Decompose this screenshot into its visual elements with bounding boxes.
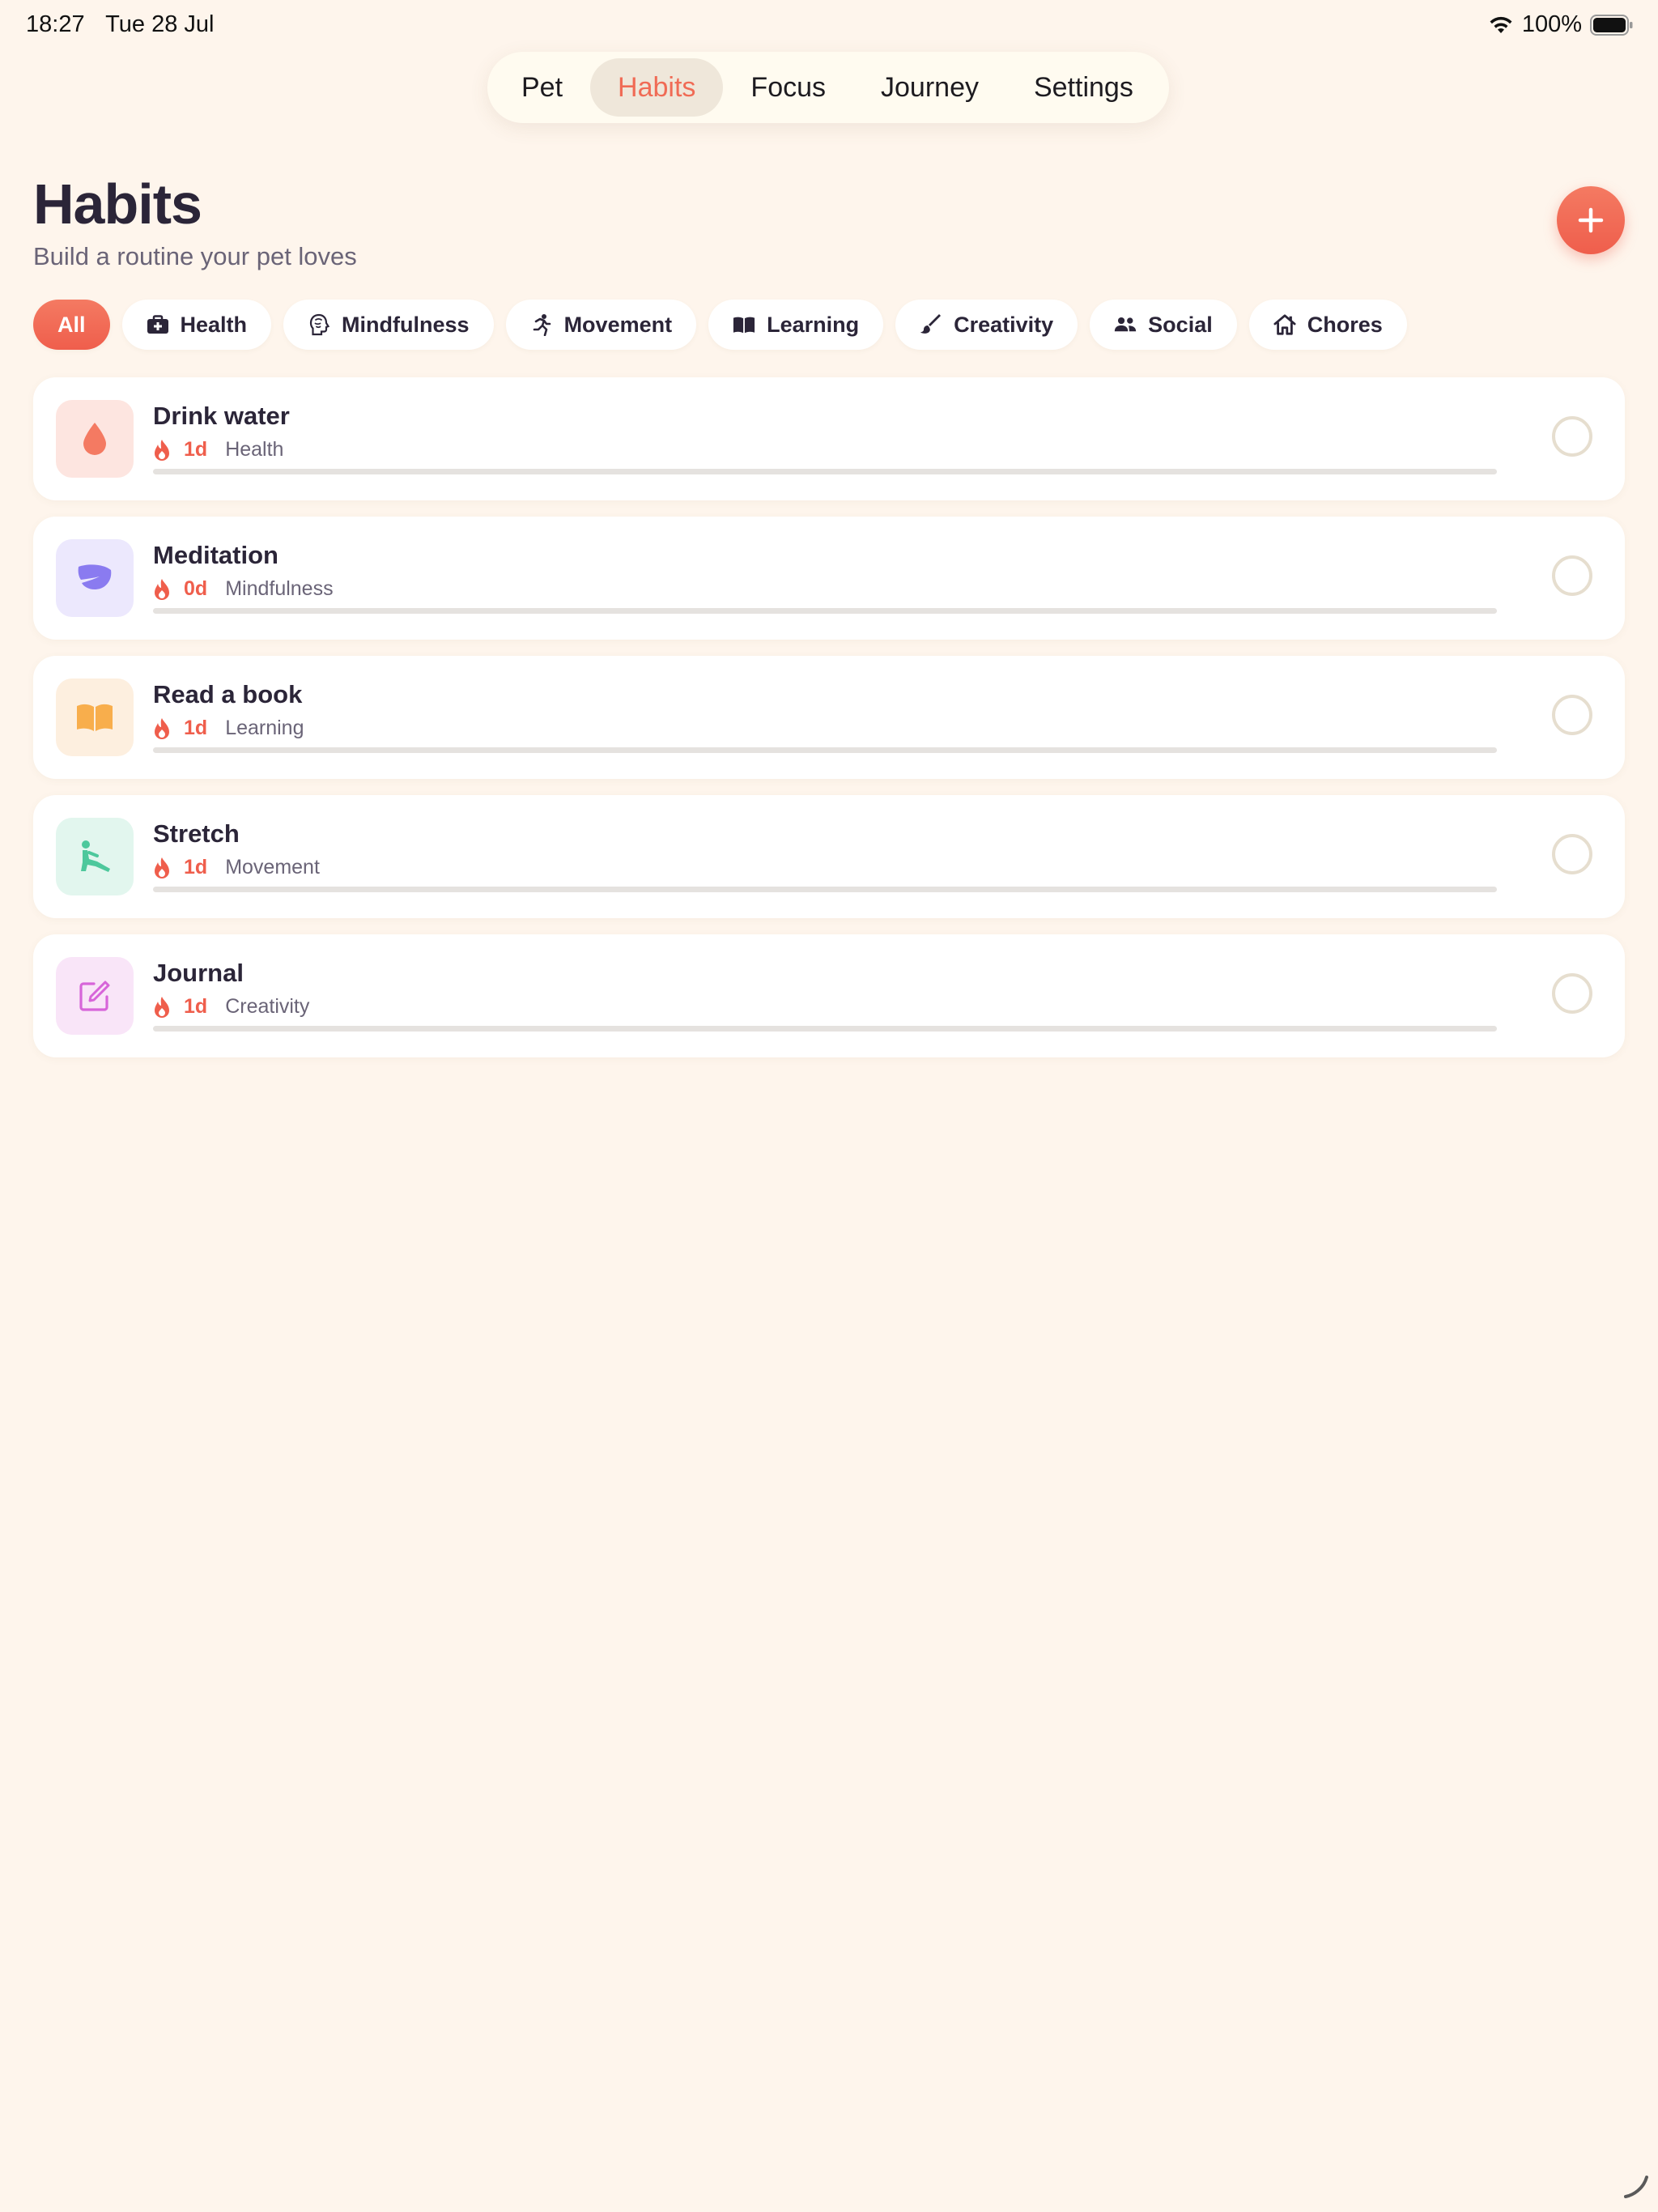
habit-icon-box xyxy=(56,818,134,895)
habit-progress-track xyxy=(153,887,1497,892)
filter-chip-learning[interactable]: Learning xyxy=(708,300,884,350)
tab-focus[interactable]: Focus xyxy=(723,58,853,117)
battery-percent: 100% xyxy=(1521,11,1582,37)
paintbrush-icon xyxy=(920,313,942,336)
filter-chip-health[interactable]: Health xyxy=(121,300,272,350)
habit-streak: 0d xyxy=(184,577,208,600)
corner-indicator xyxy=(1622,2172,1650,2204)
habit-icon-box xyxy=(56,539,134,617)
habit-complete-checkbox[interactable] xyxy=(1552,834,1592,874)
habit-icon-box xyxy=(56,678,134,756)
habit-meta: 1d Creativity xyxy=(153,995,309,1019)
tab-journey[interactable]: Journey xyxy=(853,58,1006,117)
habit-meta: 1d Movement xyxy=(153,856,320,879)
habit-name: Stretch xyxy=(153,819,240,848)
flame-icon xyxy=(155,439,169,461)
habit-streak: 1d xyxy=(184,995,208,1018)
tab-habits[interactable]: Habits xyxy=(590,58,724,117)
edit-square-icon xyxy=(79,981,110,1011)
status-time: 18:27 xyxy=(26,11,85,37)
plus-icon xyxy=(1578,207,1604,233)
filter-chip-label: Social xyxy=(1148,312,1213,337)
habit-name: Meditation xyxy=(153,541,278,569)
tab-pet[interactable]: Pet xyxy=(494,58,590,117)
habit-category: Creativity xyxy=(225,995,310,1018)
habit-category: Health xyxy=(225,438,284,461)
filter-chip-label: Creativity xyxy=(954,312,1054,337)
flame-icon xyxy=(155,857,169,878)
house-icon xyxy=(1273,313,1296,336)
habit-progress-track xyxy=(153,469,1497,474)
habit-complete-checkbox[interactable] xyxy=(1552,416,1592,457)
habit-name: Drink water xyxy=(153,402,290,430)
habit-card-stretch[interactable]: Stretch 1d Movement xyxy=(33,795,1625,918)
habit-icon-box xyxy=(56,400,134,478)
medkit-icon xyxy=(147,313,169,336)
stretching-person-icon xyxy=(81,840,110,872)
filter-chip-label: Learning xyxy=(767,312,860,337)
habit-meta: 1d Health xyxy=(153,438,283,462)
habit-name: Read a book xyxy=(153,680,303,708)
status-bar: 18:27 Tue 28 Jul 100% xyxy=(0,0,1658,52)
people-icon xyxy=(1114,313,1137,336)
flame-icon xyxy=(155,996,169,1018)
page-title: Habits xyxy=(33,172,202,236)
filter-chip-movement[interactable]: Movement xyxy=(505,300,697,350)
filter-chip-label: Chores xyxy=(1307,312,1383,337)
habit-card-journal[interactable]: Journal 1d Creativity xyxy=(33,934,1625,1057)
open-book-icon xyxy=(733,313,755,336)
brain-head-icon xyxy=(308,313,330,336)
wifi-icon xyxy=(1488,15,1514,35)
habit-category: Movement xyxy=(225,856,320,878)
filter-chip-mindfulness[interactable]: Mindfulness xyxy=(283,300,494,350)
page-subtitle: Build a routine your pet loves xyxy=(33,242,357,270)
filter-chip-label: Health xyxy=(180,312,248,337)
running-person-icon xyxy=(530,313,553,336)
filter-chip-chores[interactable]: Chores xyxy=(1248,300,1407,350)
category-filter-chips: All Health Mindfulness Movement Learning… xyxy=(33,300,1407,350)
flame-icon xyxy=(155,578,169,600)
habit-progress-track xyxy=(153,1026,1497,1032)
habit-streak: 1d xyxy=(184,438,208,461)
status-indicators: 100% xyxy=(1488,11,1634,38)
filter-chip-all[interactable]: All xyxy=(33,300,110,350)
habit-progress-track xyxy=(153,608,1497,614)
filter-chip-social[interactable]: Social xyxy=(1090,300,1237,350)
habit-complete-checkbox[interactable] xyxy=(1552,555,1592,596)
habit-complete-checkbox[interactable] xyxy=(1552,973,1592,1014)
leaf-icon xyxy=(78,564,112,589)
habit-card-drink-water[interactable]: Drink water 1d Health xyxy=(33,377,1625,500)
open-book-icon xyxy=(77,704,113,731)
filter-chip-label: Mindfulness xyxy=(342,312,470,337)
habit-streak: 1d xyxy=(184,717,208,739)
status-time-date: 18:27 Tue 28 Jul xyxy=(26,11,228,38)
habit-list: Drink water 1d Health Meditation 0d Mind… xyxy=(33,377,1625,1074)
filter-chip-label: All xyxy=(57,312,86,337)
habit-streak: 1d xyxy=(184,856,208,878)
habit-icon-box xyxy=(56,957,134,1035)
habit-complete-checkbox[interactable] xyxy=(1552,695,1592,735)
habit-name: Journal xyxy=(153,959,244,987)
habit-card-meditation[interactable]: Meditation 0d Mindfulness xyxy=(33,517,1625,640)
flame-icon xyxy=(155,717,169,739)
top-tab-bar: Pet Habits Focus Journey Settings xyxy=(487,52,1169,123)
tab-settings[interactable]: Settings xyxy=(1006,58,1161,117)
battery-icon xyxy=(1590,14,1634,36)
habit-card-read-a-book[interactable]: Read a book 1d Learning xyxy=(33,656,1625,779)
status-date: Tue 28 Jul xyxy=(105,11,215,37)
habit-meta: 0d Mindfulness xyxy=(153,577,334,601)
habit-meta: 1d Learning xyxy=(153,717,304,740)
filter-chip-creativity[interactable]: Creativity xyxy=(895,300,1078,350)
habit-category: Learning xyxy=(225,717,304,739)
habit-category: Mindfulness xyxy=(225,577,334,600)
add-habit-button[interactable] xyxy=(1557,186,1625,254)
habit-progress-track xyxy=(153,747,1497,753)
filter-chip-label: Movement xyxy=(563,312,673,337)
water-drop-icon xyxy=(83,423,106,455)
